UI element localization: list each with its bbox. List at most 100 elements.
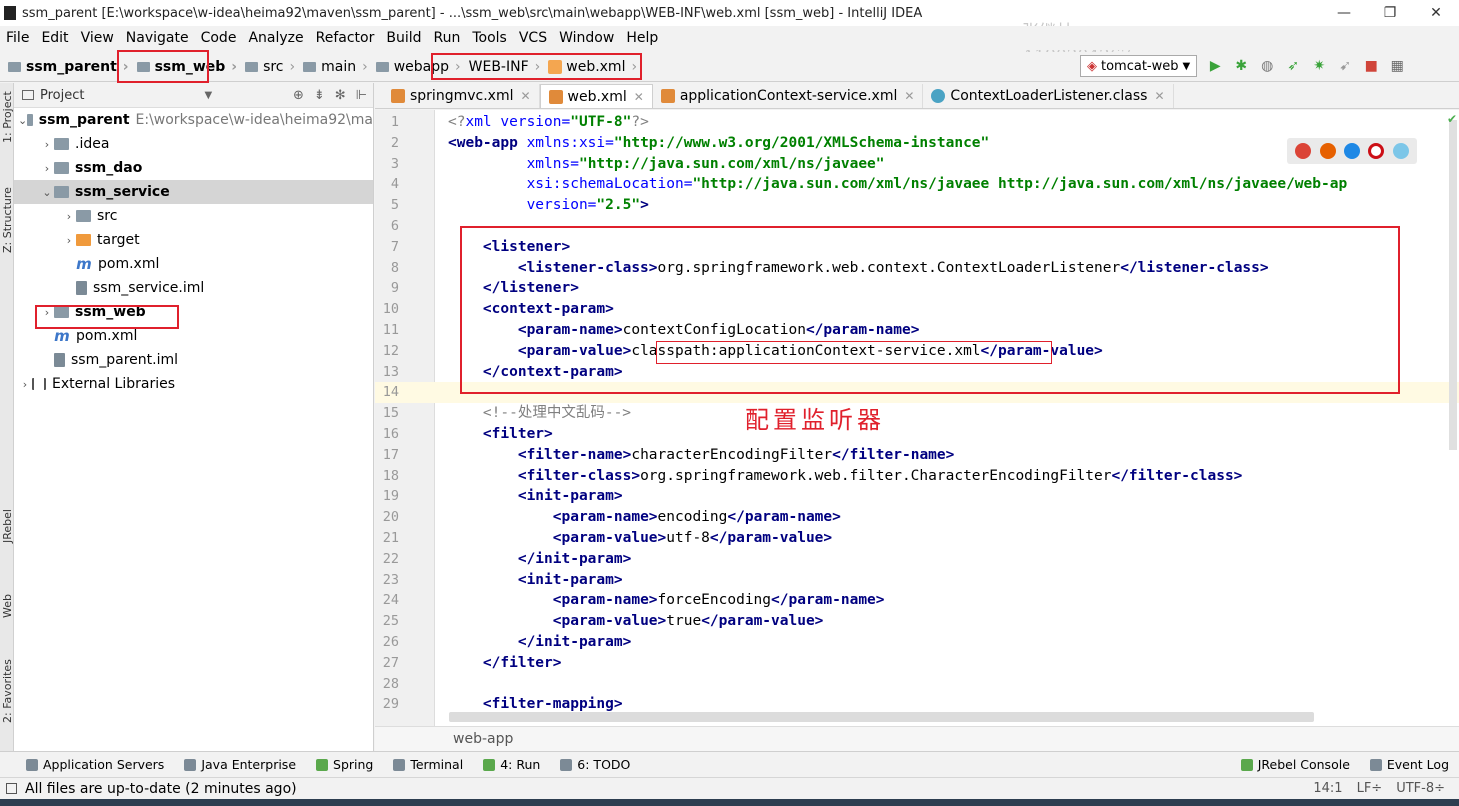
breadcrumb-ssm-parent[interactable]: ssm_parent › (4, 59, 133, 75)
tab-application-context-service-xml[interactable]: applicationContext-service.xml ✕ (653, 84, 924, 108)
tree-item[interactable]: › ssm_dao (14, 156, 373, 180)
tool-web[interactable]: Web (1, 594, 14, 618)
tool-jrebel[interactable]: JRebel (1, 509, 14, 543)
coverage-icon[interactable]: ◍ (1259, 58, 1275, 74)
minimize-button[interactable]: — (1321, 0, 1367, 26)
code-line[interactable]: 15 <!--处理中文乱码--> (375, 403, 1459, 424)
code-line[interactable]: 5 version="2.5"> (375, 195, 1459, 216)
code-line[interactable]: 24 <param-name>forceEncoding</param-name… (375, 590, 1459, 611)
update-icon[interactable]: ➹ (1337, 58, 1353, 74)
close-icon[interactable]: ✕ (634, 90, 644, 104)
tool-terminal[interactable]: Terminal (383, 757, 473, 772)
tree-item[interactable]: m pom.xml (14, 252, 373, 276)
tool-java-enterprise[interactable]: Java Enterprise (174, 757, 306, 772)
maximize-button[interactable]: ❐ (1367, 0, 1413, 26)
close-icon[interactable]: ✕ (904, 89, 914, 103)
menu-run[interactable]: Run (428, 30, 467, 46)
tool-structure[interactable]: Z: Structure (1, 187, 14, 253)
tool-event-log[interactable]: Event Log (1360, 757, 1459, 772)
code-line[interactable]: 21 <param-value>utf-8</param-value> (375, 528, 1459, 549)
tab-context-loader-listener-class[interactable]: ContextLoaderListener.class ✕ (923, 84, 1174, 108)
menu-code[interactable]: Code (195, 30, 243, 46)
tool-run[interactable]: 4: Run (473, 757, 550, 772)
code-line[interactable]: 17 <filter-name>characterEncodingFilter<… (375, 445, 1459, 466)
menu-help[interactable]: Help (620, 30, 664, 46)
code-line[interactable]: 26 </init-param> (375, 632, 1459, 653)
close-button[interactable]: ✕ (1413, 0, 1459, 26)
safari-icon[interactable] (1343, 143, 1360, 159)
tree-item[interactable]: ⌄ ssm_service (14, 180, 373, 204)
cursor-position[interactable]: 14:1 (1313, 781, 1342, 796)
locate-icon[interactable]: ⊕ (293, 88, 304, 103)
run-icon[interactable]: ▶ (1207, 58, 1223, 74)
tree-item[interactable]: › .idea (14, 132, 373, 156)
tool-project[interactable]: 1: Project (1, 91, 14, 143)
chevron-right-icon[interactable]: › (62, 210, 76, 223)
line-separator[interactable]: LF÷ (1357, 781, 1383, 796)
chevron-down-icon[interactable]: ⌄ (18, 114, 27, 127)
tool-favorites[interactable]: 2: Favorites (1, 659, 14, 723)
editor-breadcrumb[interactable]: web-app (375, 726, 1459, 751)
code-line[interactable]: 23 <init-param> (375, 570, 1459, 591)
chrome-icon[interactable] (1295, 143, 1312, 159)
chevron-right-icon[interactable]: › (40, 138, 54, 151)
ie-icon[interactable] (1392, 143, 1409, 159)
tree-item[interactable]: ⌄ ssm_parent E:\workspace\w-idea\heima92\m… (14, 108, 373, 132)
tool-spring[interactable]: Spring (306, 757, 383, 772)
opera-icon[interactable] (1368, 143, 1385, 159)
chevron-right-icon[interactable]: › (18, 378, 32, 391)
project-structure-icon[interactable]: ▦ (1389, 58, 1405, 74)
code-line[interactable]: 19 <init-param> (375, 486, 1459, 507)
chevron-right-icon[interactable]: › (62, 234, 76, 247)
close-icon[interactable]: ✕ (1154, 89, 1164, 103)
menu-navigate[interactable]: Navigate (120, 30, 195, 46)
code-line[interactable]: 4 xsi:schemaLocation="http://java.sun.co… (375, 174, 1459, 195)
file-encoding[interactable]: UTF-8÷ (1396, 781, 1445, 796)
tree-item[interactable]: › External Libraries (14, 372, 373, 396)
code-line[interactable]: 16 <filter> (375, 424, 1459, 445)
hide-icon[interactable]: ⊩ (356, 88, 367, 103)
run-configuration-select[interactable]: ◈ tomcat-web ▼ (1080, 55, 1198, 77)
menu-analyze[interactable]: Analyze (242, 30, 309, 46)
gear-icon[interactable]: ✻ (335, 88, 346, 103)
tree-item[interactable]: › target (14, 228, 373, 252)
collapse-icon[interactable]: ⇟ (314, 88, 325, 103)
stop-icon[interactable]: ■ (1363, 58, 1379, 74)
code-line[interactable]: 27 </filter> (375, 653, 1459, 674)
jrebel-debug-icon[interactable]: ✷ (1311, 58, 1327, 74)
menu-view[interactable]: View (75, 30, 120, 46)
tool-todo[interactable]: 6: TODO (550, 757, 640, 772)
code-line[interactable]: 22 </init-param> (375, 549, 1459, 570)
tab-springmvc-xml[interactable]: springmvc.xml ✕ (383, 84, 540, 108)
menu-file[interactable]: File (0, 30, 35, 46)
horizontal-scrollbar[interactable] (449, 712, 1314, 722)
code-line[interactable]: 25 <param-value>true</param-value> (375, 611, 1459, 632)
code-line[interactable]: 1 <?xml version="UTF-8"?> (375, 112, 1459, 133)
debug-icon[interactable]: ✱ (1233, 58, 1249, 74)
close-icon[interactable]: ✕ (520, 89, 530, 103)
tool-windows-toggle-icon[interactable] (6, 783, 17, 794)
jrebel-run-icon[interactable]: ➶ (1285, 58, 1301, 74)
code-line[interactable]: 28 (375, 674, 1459, 695)
breadcrumb-main[interactable]: main › (299, 59, 372, 75)
tree-item[interactable]: ssm_parent.iml (14, 348, 373, 372)
chevron-right-icon[interactable]: › (40, 162, 54, 175)
menu-tools[interactable]: Tools (466, 30, 513, 46)
tree-item[interactable]: ssm_service.iml (14, 276, 373, 300)
tool-jrebel-console[interactable]: JRebel Console (1231, 757, 1360, 772)
menu-build[interactable]: Build (380, 30, 427, 46)
chevron-down-icon[interactable]: ⌄ (40, 186, 54, 199)
tab-web-xml[interactable]: web.xml ✕ (539, 84, 653, 108)
code-editor[interactable]: 1 <?xml version="UTF-8"?> 2 <web-app xmlns:… (375, 110, 1459, 726)
firefox-icon[interactable] (1319, 143, 1336, 159)
code-line[interactable]: 20 <param-name>encoding</param-name> (375, 507, 1459, 528)
chevron-down-icon[interactable]: ▼ (204, 90, 212, 101)
code-line[interactable]: 18 <filter-class>org.springframework.web… (375, 466, 1459, 487)
breadcrumb-src[interactable]: src › (241, 59, 299, 75)
tool-application-servers[interactable]: Application Servers (16, 757, 174, 772)
menu-refactor[interactable]: Refactor (310, 30, 381, 46)
vertical-scrollbar[interactable] (1449, 120, 1457, 450)
tree-item[interactable]: › src (14, 204, 373, 228)
menu-window[interactable]: Window (553, 30, 620, 46)
menu-vcs[interactable]: VCS (513, 30, 553, 46)
